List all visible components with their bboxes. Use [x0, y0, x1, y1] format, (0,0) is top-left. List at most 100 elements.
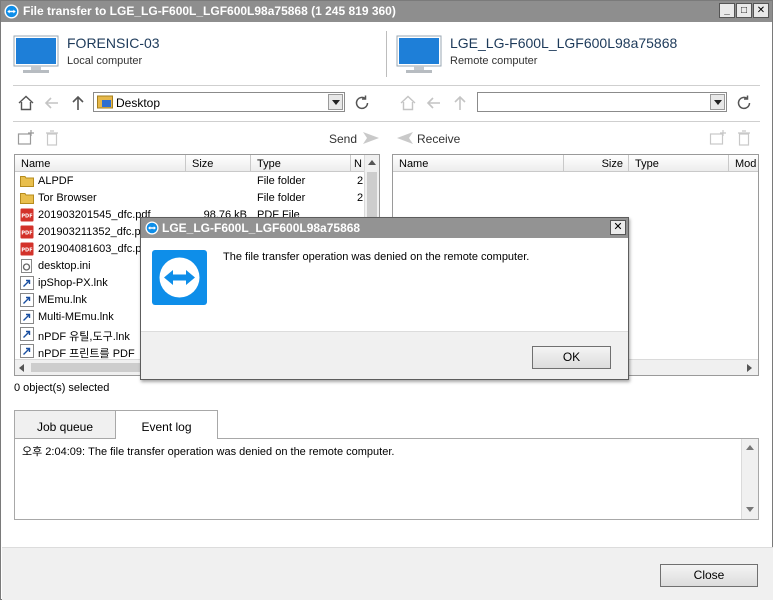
file-name: ALPDF [38, 175, 74, 187]
shortcut-icon [20, 310, 34, 324]
shortcut-icon [20, 327, 34, 341]
window-titlebar[interactable]: File transfer to LGE_LG-F600L_LGF600L98a… [1, 1, 772, 22]
remote-computer-name: LGE_LG-F600L_LGF600L98a75868 [450, 35, 678, 51]
desktop-folder-icon [97, 95, 113, 109]
file-name: Multi-MEmu.lnk [38, 311, 114, 323]
remote-computer-header: LGE_LG-F600L_LGF600L98a75868 Remote comp… [396, 33, 766, 77]
scroll-left-icon[interactable] [19, 364, 24, 372]
local-path-select[interactable]: Desktop [93, 92, 345, 112]
file-type: File folder [257, 192, 306, 204]
receive-arrow-icon[interactable] [395, 129, 415, 147]
selection-status: 0 object(s) selected [14, 382, 110, 394]
send-label[interactable]: Send [329, 132, 357, 146]
file-row[interactable]: Tor Browser File folder 2 [15, 190, 375, 207]
header-divider [386, 31, 387, 77]
dialog-titlebar[interactable]: LGE_LG-F600L_LGF600L98a75868 ✕ [141, 218, 628, 238]
divider [13, 85, 760, 86]
trash-icon[interactable] [43, 129, 61, 147]
divider [13, 121, 760, 122]
remote-action-row: Receive [395, 126, 761, 150]
scroll-up-icon[interactable] [746, 445, 754, 450]
svg-text:PDF: PDF [21, 214, 32, 220]
remote-nav-row [395, 91, 761, 115]
chevron-down-icon[interactable] [710, 94, 725, 110]
pdf-icon: PDF [20, 225, 34, 239]
file-modified: 2 [357, 192, 364, 204]
column-header-name[interactable]: Name [15, 155, 186, 172]
column-header-modified[interactable]: Mod [729, 155, 758, 172]
local-path-value: Desktop [116, 96, 161, 110]
file-name: Tor Browser [38, 192, 97, 204]
remote-computer-label: Remote computer [450, 55, 538, 67]
file-name: 201904081603_dfc.p [38, 243, 142, 255]
pdf-icon: PDF [20, 242, 34, 256]
vertical-scrollbar[interactable] [741, 439, 758, 519]
settings-file-icon [20, 259, 34, 273]
close-window-button[interactable]: ✕ [753, 3, 769, 18]
up-arrow-icon[interactable] [451, 94, 469, 112]
maximize-button[interactable]: □ [736, 3, 752, 18]
column-header-size[interactable]: Size [186, 155, 251, 172]
window-title: File transfer to LGE_LG-F600L_LGF600L98a… [23, 4, 396, 18]
remote-path-select[interactable] [477, 92, 727, 112]
shortcut-icon [20, 276, 34, 290]
dialog-close-button[interactable]: ✕ [610, 220, 626, 235]
svg-text:PDF: PDF [21, 248, 32, 254]
dialog-message: The file transfer operation was denied o… [223, 251, 530, 263]
local-nav-row: Desktop [13, 91, 379, 115]
chevron-down-icon[interactable] [328, 94, 343, 110]
log-entry: 오후 2:04:09: The file transfer operation … [22, 446, 395, 458]
home-icon[interactable] [17, 94, 35, 112]
minimize-button[interactable]: _ [719, 3, 735, 18]
scroll-right-icon[interactable] [747, 364, 752, 372]
file-type: File folder [257, 175, 306, 187]
local-action-row: Send [13, 126, 381, 150]
back-arrow-icon[interactable] [425, 94, 443, 112]
folder-icon [20, 191, 34, 205]
teamviewer-logo-icon [152, 250, 207, 305]
teamviewer-icon [4, 4, 19, 19]
new-folder-icon[interactable] [709, 129, 727, 147]
file-modified: 2 [357, 175, 364, 187]
column-header-type[interactable]: Type [251, 155, 351, 172]
pdf-icon: PDF [20, 208, 34, 222]
monitor-icon [13, 35, 59, 73]
tab-event-log[interactable]: Event log [115, 410, 218, 439]
refresh-icon[interactable] [735, 94, 753, 112]
tab-job-queue[interactable]: Job queue [14, 410, 116, 439]
trash-icon[interactable] [735, 129, 753, 147]
scroll-down-icon[interactable] [746, 507, 754, 512]
dialog-footer: OK [141, 331, 628, 379]
column-header-name[interactable]: Name [393, 155, 564, 172]
receive-label[interactable]: Receive [417, 132, 460, 146]
file-name: desktop.ini [38, 260, 91, 272]
column-header-size[interactable]: Size [564, 155, 629, 172]
send-arrow-icon[interactable] [361, 129, 381, 147]
file-name: MEmu.lnk [38, 294, 87, 306]
file-row[interactable]: ALPDF File folder 2 [15, 173, 375, 190]
close-button[interactable]: Close [660, 564, 758, 587]
file-name: ipShop-PX.lnk [38, 277, 108, 289]
svg-text:PDF: PDF [21, 231, 32, 237]
file-name: 201903201545_dfc.pdf [38, 209, 151, 221]
column-header-modified[interactable]: N [351, 155, 365, 172]
refresh-icon[interactable] [353, 94, 371, 112]
shortcut-icon [20, 293, 34, 307]
file-name: 201903211352_dfc.p [38, 226, 141, 238]
folder-icon [20, 174, 34, 188]
local-computer-header: FORENSIC-03 Local computer [13, 33, 373, 77]
new-folder-icon[interactable] [17, 129, 35, 147]
local-computer-name: FORENSIC-03 [67, 35, 160, 51]
event-log-panel: 오후 2:04:09: The file transfer operation … [14, 438, 759, 520]
file-name: nPDF 유틸,도구.lnk [38, 331, 130, 343]
scroll-up-icon[interactable] [368, 160, 376, 165]
home-icon[interactable] [399, 94, 417, 112]
column-header-type[interactable]: Type [629, 155, 729, 172]
back-arrow-icon[interactable] [43, 94, 61, 112]
local-computer-label: Local computer [67, 55, 143, 67]
dialog-title: LGE_LG-F600L_LGF600L98a75868 [162, 221, 361, 235]
shortcut-icon [20, 344, 34, 358]
ok-button[interactable]: OK [532, 346, 611, 369]
error-dialog: LGE_LG-F600L_LGF600L98a75868 ✕ The file … [140, 217, 629, 380]
up-arrow-icon[interactable] [69, 94, 87, 112]
